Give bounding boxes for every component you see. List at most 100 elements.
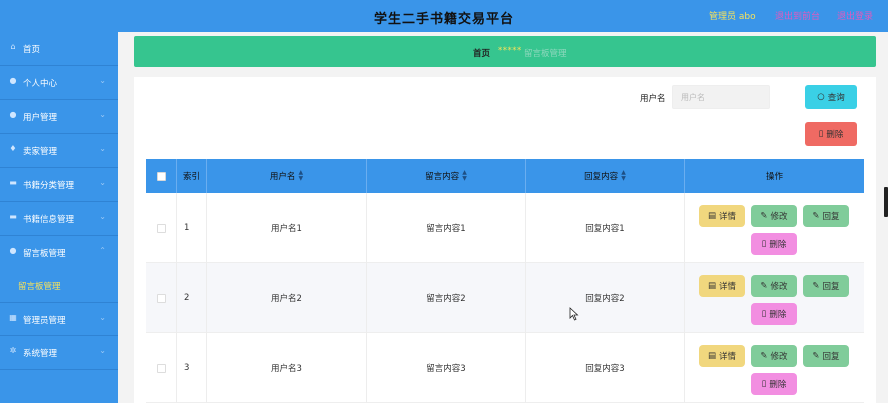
trash-icon: ▯ — [761, 379, 767, 389]
delete-button[interactable]: ▯ 删除 — [751, 303, 797, 325]
column-header-label: 回复内容 — [584, 172, 619, 182]
sidebar-item-book-categories[interactable]: ▬ 书籍分类管理 ⌄ — [0, 168, 118, 202]
bulk-delete-label: 删除 — [826, 130, 844, 140]
chevron-down-icon: ⌄ — [99, 346, 106, 355]
detail-button-label: 详情 — [719, 212, 737, 222]
cell-username: 用户名1 — [207, 193, 367, 263]
grid-icon: ▦ — [9, 313, 17, 322]
delete-button[interactable]: ▯ 删除 — [751, 233, 797, 255]
delete-button[interactable]: ▯ 删除 — [751, 373, 797, 395]
column-header-index: 索引 — [177, 159, 207, 193]
row-select-cell — [146, 333, 177, 403]
sort-icon[interactable]: ▲ ▼ — [462, 170, 467, 182]
chevron-down-icon: ⌄ — [99, 144, 106, 153]
scrollbar-handle[interactable] — [884, 187, 888, 217]
reply-button[interactable]: ✎ 回复 — [803, 275, 849, 297]
back-to-frontend-link[interactable]: 退出到前台 — [775, 9, 820, 22]
edit-button[interactable]: ✎ 修改 — [751, 205, 797, 227]
reply-icon: ✎ — [812, 281, 820, 291]
detail-button-label: 详情 — [719, 282, 737, 292]
cell-actions: ▤ 详情 ✎ 修改 ✎ 回复 ▯ 删除 — [685, 193, 864, 263]
row-checkbox[interactable] — [156, 293, 166, 303]
user-icon: ● — [9, 246, 17, 255]
cell-message: 留言内容2 — [367, 263, 526, 333]
reply-button[interactable]: ✎ 回复 — [803, 345, 849, 367]
edit-button[interactable]: ✎ 修改 — [751, 275, 797, 297]
chevron-down-icon: ⌄ — [99, 178, 106, 187]
mouse-cursor-icon — [569, 307, 579, 321]
reply-button[interactable]: ✎ 回复 — [803, 205, 849, 227]
sort-icon[interactable]: ▲ ▼ — [298, 170, 303, 182]
trash-icon: ▯ — [818, 129, 824, 139]
detail-button[interactable]: ▤ 详情 — [699, 345, 745, 367]
cell-index: 3 — [177, 333, 207, 403]
edit-button[interactable]: ✎ 修改 — [751, 345, 797, 367]
sidebar-item-label: 首页 — [23, 45, 41, 55]
content-panel: 用户名 ○ 查询 ▯ 删除 索引 用户名 ▲▼ — [134, 77, 876, 403]
detail-button-label: 详情 — [719, 352, 737, 362]
chevron-down-icon: ⌄ — [99, 212, 106, 221]
sidebar: ⌂ 首页 ● 个人中心 ⌄ ● 用户管理 ⌄ ♦ 卖家管理 ⌄ ▬ 书籍分类管理… — [0, 32, 118, 403]
logout-link[interactable]: 退出登录 — [837, 9, 873, 22]
column-header-actions: 操作 — [685, 159, 864, 193]
table-header: 索引 用户名 ▲ ▼ 留言内容 ▲ ▼ 回复内容 ▲ ▼ 操作 — [146, 159, 864, 193]
column-header-reply[interactable]: 回复内容 ▲ ▼ — [526, 159, 685, 193]
breadcrumb-home[interactable]: 首页 — [473, 47, 490, 59]
reply-button-label: 回复 — [822, 352, 840, 362]
table-row: 1 用户名1 留言内容1 回复内容1 ▤ 详情 ✎ 修改 ✎ 回复 ▯ 删除 — [146, 193, 864, 263]
sidebar-item-label: 书籍信息管理 — [23, 215, 75, 225]
sidebar-item-label: 留言板管理 — [23, 249, 66, 259]
column-header-username[interactable]: 用户名 ▲ ▼ — [207, 159, 367, 193]
sidebar-item-admins[interactable]: ▦ 管理员管理 ⌄ — [0, 302, 118, 336]
row-checkbox[interactable] — [156, 363, 166, 373]
reply-button-label: 回复 — [822, 282, 840, 292]
sidebar-item-system[interactable]: ✲ 系统管理 ⌄ — [0, 336, 118, 370]
delete-button-label: 删除 — [769, 310, 787, 320]
user-icon: ● — [9, 110, 17, 119]
gear-icon: ✲ — [9, 346, 17, 355]
cell-index: 2 — [177, 263, 207, 333]
sidebar-item-label: 卖家管理 — [23, 147, 58, 157]
cell-reply: 回复内容1 — [526, 193, 685, 263]
cell-message: 留言内容1 — [367, 193, 526, 263]
edit-button-label: 修改 — [770, 212, 788, 222]
column-header-message[interactable]: 留言内容 ▲ ▼ — [367, 159, 526, 193]
sidebar-item-book-info[interactable]: ▬ 书籍信息管理 ⌄ — [0, 202, 118, 236]
detail-button[interactable]: ▤ 详情 — [699, 205, 745, 227]
top-header: 学生二手书籍交易平台 管理员 abo 退出到前台 退出登录 — [0, 0, 888, 32]
sidebar-item-users[interactable]: ● 用户管理 ⌄ — [0, 100, 118, 134]
breadcrumb: 首页 ***** 留言板管理 — [134, 36, 876, 67]
document-icon: ▤ — [707, 211, 716, 221]
breadcrumb-separator: ***** — [498, 46, 522, 56]
edit-icon: ✎ — [760, 211, 768, 221]
row-checkbox[interactable] — [156, 223, 166, 233]
sidebar-item-sellers[interactable]: ♦ 卖家管理 ⌄ — [0, 134, 118, 168]
sidebar-subitem-message-board[interactable]: 留言板管理 — [0, 270, 118, 300]
sidebar-item-label: 管理员管理 — [23, 316, 66, 326]
sort-icon[interactable]: ▲ ▼ — [621, 170, 626, 182]
mic-icon: ♦ — [9, 144, 17, 153]
column-header-label: 操作 — [765, 172, 783, 182]
table-row: 2 用户名2 留言内容2 回复内容2 ▤ 详情 ✎ 修改 ✎ 回复 ▯ 删除 — [146, 263, 864, 333]
cell-reply: 回复内容3 — [526, 333, 685, 403]
edit-icon: ✎ — [760, 281, 768, 291]
cell-index: 1 — [177, 193, 207, 263]
bulk-delete-button[interactable]: ▯ 删除 — [805, 122, 857, 146]
reply-icon: ✎ — [812, 351, 820, 361]
sidebar-item-personal-center[interactable]: ● 个人中心 ⌄ — [0, 66, 118, 100]
reply-button-label: 回复 — [822, 212, 840, 222]
cell-actions: ▤ 详情 ✎ 修改 ✎ 回复 ▯ 删除 — [685, 333, 864, 403]
admin-label: 管理员 abo — [709, 12, 756, 22]
trash-icon: ▯ — [761, 309, 767, 319]
sidebar-item-label: 个人中心 — [23, 79, 58, 89]
book-icon: ▬ — [9, 212, 17, 221]
select-all-checkbox[interactable] — [156, 171, 166, 181]
query-button[interactable]: ○ 查询 — [805, 85, 857, 109]
sidebar-item-home[interactable]: ⌂ 首页 — [0, 32, 118, 66]
search-input[interactable] — [672, 85, 770, 109]
chevron-down-icon: ⌄ — [99, 313, 106, 322]
sidebar-item-message-board[interactable]: ● 留言板管理 ⌃ — [0, 236, 118, 270]
delete-button-label: 删除 — [769, 240, 787, 250]
search-icon: ○ — [817, 92, 825, 102]
detail-button[interactable]: ▤ 详情 — [699, 275, 745, 297]
